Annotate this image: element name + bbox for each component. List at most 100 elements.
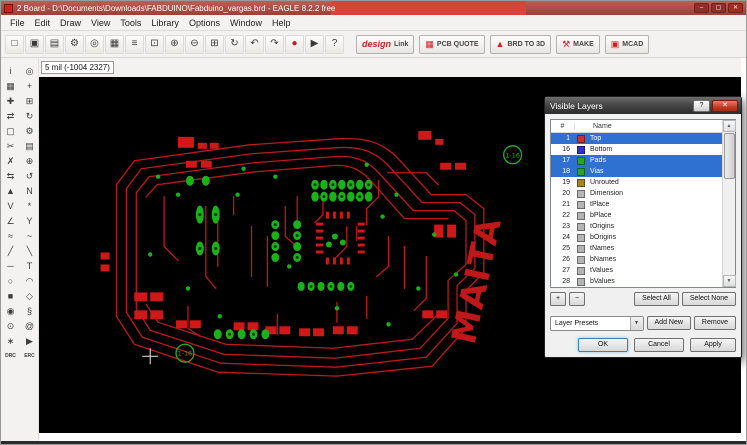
layer-color-swatch[interactable]: [577, 266, 585, 275]
tool-meander[interactable]: ~: [20, 229, 39, 244]
button-pcb-quote[interactable]: ▦ PCB QUOTE: [419, 34, 485, 54]
layer-color-swatch[interactable]: [577, 189, 585, 198]
add-new-button[interactable]: Add New: [646, 316, 691, 330]
tool-hole[interactable]: ⊙: [1, 319, 20, 334]
toolbar-save[interactable]: ▣: [25, 34, 44, 54]
ok-button[interactable]: OK: [578, 338, 628, 352]
tool-paste[interactable]: ▤: [20, 139, 39, 154]
tool-autorouter[interactable]: ▶: [20, 334, 39, 349]
tool-rect[interactable]: ■: [1, 289, 20, 304]
toolbar-zoom-out[interactable]: ⊖: [185, 34, 204, 54]
toolbar-drill[interactable]: ◎: [85, 34, 104, 54]
layer-color-swatch[interactable]: [577, 134, 585, 143]
layer-row-dimension[interactable]: 20 Dimension: [551, 188, 722, 199]
tool-add[interactable]: ⊕: [20, 154, 39, 169]
layer-presets-dropdown[interactable]: Layer Presets ▼: [550, 316, 644, 331]
apply-button[interactable]: Apply: [690, 338, 736, 352]
toolbar-cam-processor[interactable]: ⚙: [65, 34, 84, 54]
layer-row-unrouted[interactable]: 19 Unrouted: [551, 177, 722, 188]
layer-row-bottom[interactable]: 16 Bottom: [551, 144, 722, 155]
layer-row-bvalues[interactable]: 28 bValues: [551, 276, 722, 287]
layer-row-tvalues[interactable]: 27 tValues: [551, 265, 722, 276]
dialog-titlebar[interactable]: Visible Layers ? ✕: [545, 97, 741, 114]
layer-row-torigins[interactable]: 23 tOrigins: [551, 221, 722, 232]
tool-drc[interactable]: DRC: [1, 349, 20, 364]
layer-row-tplace[interactable]: 21 tPlace: [551, 199, 722, 210]
tool-rotate[interactable]: ↻: [20, 109, 39, 124]
toolbar-zoom-fit[interactable]: ⊡: [145, 34, 164, 54]
tool-name[interactable]: N: [20, 184, 39, 199]
select-all-button[interactable]: Select All: [634, 292, 679, 306]
layer-color-swatch[interactable]: [577, 145, 585, 154]
toolbar-open[interactable]: □: [5, 34, 24, 54]
toolbar-grid[interactable]: ▦: [105, 34, 124, 54]
toolbar-zoom-in[interactable]: ⊕: [165, 34, 184, 54]
toolbar-zoom-select[interactable]: ⊞: [205, 34, 224, 54]
button-brd-to-3d[interactable]: ▲ BRD TO 3D: [489, 34, 552, 54]
tool-ripup[interactable]: ╲: [20, 244, 39, 259]
layer-color-swatch[interactable]: [577, 211, 585, 220]
tool-wire[interactable]: ─: [1, 259, 20, 274]
toolbar-go[interactable]: ▶: [305, 34, 324, 54]
menu-file[interactable]: File: [5, 17, 30, 29]
layer-color-swatch[interactable]: [577, 233, 585, 242]
tool-route[interactable]: ╱: [1, 244, 20, 259]
maximize-button[interactable]: ▢: [711, 3, 726, 13]
tool-replace[interactable]: ↺: [20, 169, 39, 184]
close-button[interactable]: ✕: [728, 3, 743, 13]
menu-window[interactable]: Window: [225, 17, 267, 29]
tool-info[interactable]: i: [1, 64, 20, 79]
toolbar-redo[interactable]: ↷: [265, 34, 284, 54]
tool-optimize[interactable]: ≈: [1, 229, 20, 244]
button-make[interactable]: ⚒ MAKE: [556, 34, 600, 54]
layer-row-tnames[interactable]: 25 tNames: [551, 243, 722, 254]
menu-tools[interactable]: Tools: [115, 17, 146, 29]
layer-row-top[interactable]: 1 Top: [551, 133, 722, 144]
tool-cut[interactable]: ✂: [1, 139, 20, 154]
tool-value[interactable]: V: [1, 199, 20, 214]
toolbar-layer-settings[interactable]: ≡: [125, 34, 144, 54]
tool-miter[interactable]: ∠: [1, 214, 20, 229]
toolbar-print[interactable]: ▤: [45, 34, 64, 54]
layer-color-swatch[interactable]: [577, 244, 585, 253]
button-design-link[interactable]: design Link: [356, 34, 415, 54]
minimize-button[interactable]: –: [694, 3, 709, 13]
tool-group[interactable]: ▢: [1, 124, 20, 139]
menu-view[interactable]: View: [86, 17, 115, 29]
tool-delete[interactable]: ✗: [1, 154, 20, 169]
tool-arc[interactable]: ◠: [20, 274, 39, 289]
tool-signal[interactable]: §: [20, 304, 39, 319]
dialog-help-button[interactable]: ?: [693, 99, 710, 112]
layer-color-swatch[interactable]: [577, 200, 585, 209]
tool-attribute[interactable]: @: [20, 319, 39, 334]
layer-color-swatch[interactable]: [577, 167, 585, 176]
layer-row-pads[interactable]: 17 Pads: [551, 155, 722, 166]
toolbar-undo[interactable]: ↶: [245, 34, 264, 54]
button-mcad[interactable]: ▣ MCAD: [604, 34, 650, 54]
layer-row-borigins[interactable]: 24 bOrigins: [551, 232, 722, 243]
toolbar-help[interactable]: ?: [325, 34, 344, 54]
tool-split[interactable]: Y: [20, 214, 39, 229]
tool-display[interactable]: ▦: [1, 79, 20, 94]
layer-color-swatch[interactable]: [577, 178, 585, 187]
tool-show[interactable]: ◎: [20, 64, 39, 79]
tool-pinswap[interactable]: ⇆: [1, 169, 20, 184]
layer-row-bnames[interactable]: 26 bNames: [551, 254, 722, 265]
scroll-up-icon[interactable]: ▲: [722, 120, 736, 132]
scroll-down-icon[interactable]: ▼: [722, 275, 736, 287]
tool-copy[interactable]: ⊞: [20, 94, 39, 109]
menu-options[interactable]: Options: [184, 17, 225, 29]
menu-edit[interactable]: Edit: [30, 17, 56, 29]
dialog-close-button[interactable]: ✕: [712, 99, 738, 112]
tool-polygon[interactable]: ◇: [20, 289, 39, 304]
tool-erc[interactable]: ERC: [20, 349, 39, 364]
select-none-button[interactable]: Select None: [681, 292, 736, 306]
tool-via[interactable]: ◉: [1, 304, 20, 319]
toolbar-stop[interactable]: ●: [285, 34, 304, 54]
tool-mirror[interactable]: ⇄: [1, 109, 20, 124]
delete-layer-button[interactable]: −: [569, 292, 585, 306]
titlebar[interactable]: 2 Board - D:\Documents\Downloads\FABDUIN…: [1, 1, 746, 15]
tool-move[interactable]: ✚: [1, 94, 20, 109]
tool-text[interactable]: T: [20, 259, 39, 274]
tool-smash[interactable]: *: [20, 199, 39, 214]
